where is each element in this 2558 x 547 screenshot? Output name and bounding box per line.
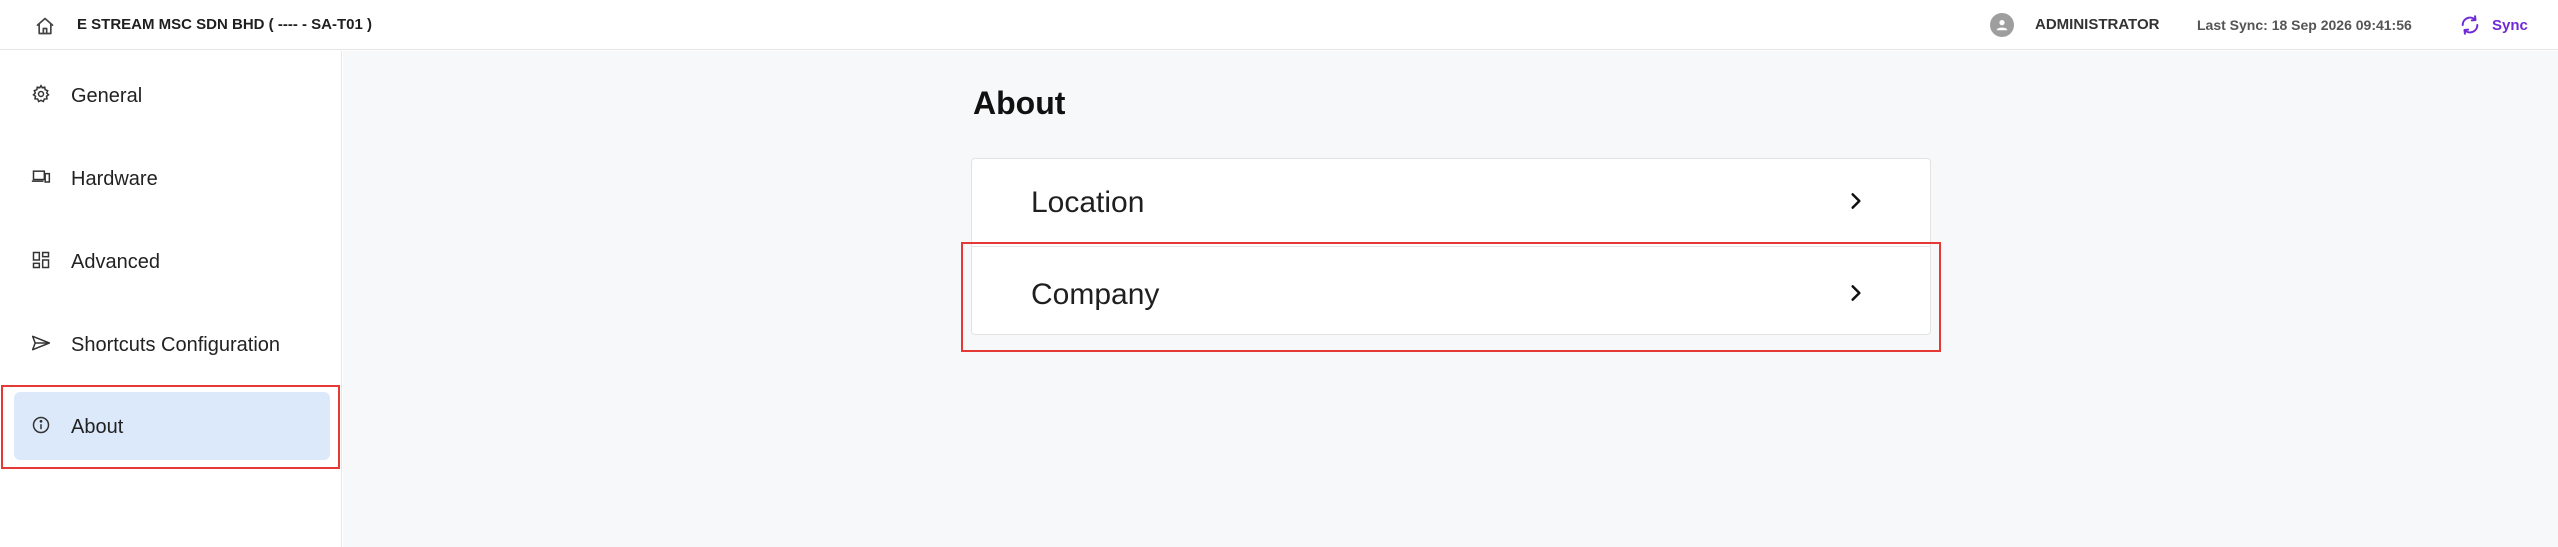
sidebar-item-shortcuts-configuration[interactable]: Shortcuts Configuration (14, 310, 330, 378)
sidebar-item-advanced[interactable]: Advanced (14, 227, 330, 295)
highlight-box-company (961, 242, 1941, 352)
sidebar-item-label: Shortcuts Configuration (71, 334, 281, 356)
list-item-label: Location (1031, 186, 1145, 219)
sidebar-item-label: General (71, 85, 143, 107)
page-title: About (973, 85, 1066, 121)
sidebar-item-label: Hardware (71, 168, 158, 190)
sidebar-item-hardware[interactable]: Hardware (14, 144, 330, 212)
top-bar: E STREAM MSC SDN BHD ( ---- - SA-T01 ) A… (0, 0, 2558, 50)
send-icon (30, 332, 52, 354)
user-name[interactable]: ADMINISTRATOR (2035, 16, 2159, 33)
company-title: E STREAM MSC SDN BHD ( ---- - SA-T01 ) (77, 16, 372, 33)
dashboard-icon (30, 249, 52, 271)
sync-icon[interactable] (2458, 13, 2482, 37)
gear-icon (30, 83, 52, 105)
highlight-box-about (1, 385, 340, 469)
avatar[interactable] (1990, 13, 2014, 37)
last-sync-time: Last Sync: 18 Sep 2026 09:41:56 (2197, 17, 2412, 33)
sidebar-item-general[interactable]: General (14, 61, 330, 129)
sync-button[interactable]: Sync (2492, 17, 2528, 34)
sidebar: General Hardware Advanced Shortcuts Conf… (0, 51, 342, 547)
devices-icon (30, 166, 52, 188)
list-item-location[interactable]: Location (972, 159, 1930, 247)
home-icon[interactable] (33, 14, 57, 38)
sidebar-item-label: Advanced (71, 251, 160, 273)
chevron-right-icon (1842, 187, 1870, 215)
